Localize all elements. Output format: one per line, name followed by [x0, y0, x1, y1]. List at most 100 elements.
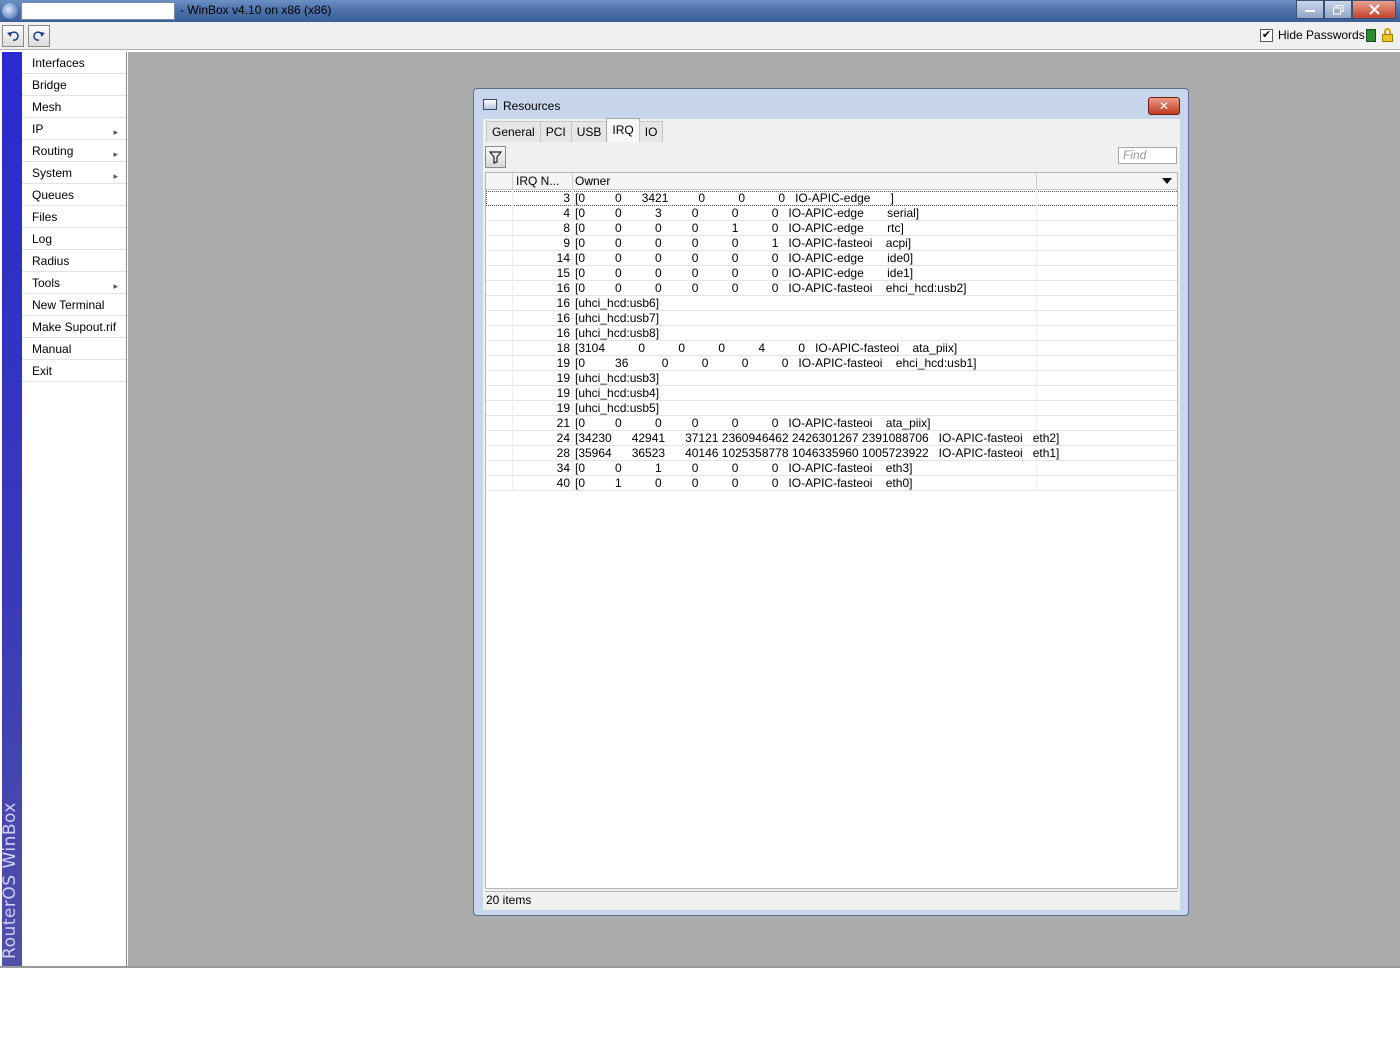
table-row[interactable]: 19 [0 36 0 0 0 0 IO-APIC-fasteoi ehci_hcd… [486, 356, 1177, 371]
menu-item-label: Manual [32, 342, 72, 356]
table-row[interactable]: 9 [0 0 0 0 0 1 IO-APIC-fasteoi acpi] [486, 236, 1177, 251]
menu-item-files[interactable]: Files [22, 206, 126, 228]
menu-item-label: Radius [32, 254, 70, 268]
menu-item-queues[interactable]: Queues [22, 184, 126, 206]
dialog-titlebar[interactable]: Resources ✕ [474, 89, 1188, 117]
table-row[interactable]: 19 [uhci_hcd:usb4] [486, 386, 1177, 401]
menu-item-tools[interactable]: Tools ▸ [22, 272, 126, 294]
menu-item-bridge[interactable]: Bridge [22, 74, 126, 96]
table-row[interactable]: 24 [34230 42941 37121 2360946462 24263012… [486, 431, 1177, 446]
hide-passwords-label: Hide Passwords [1278, 28, 1365, 42]
column-irq-header[interactable]: IRQ N... ⁄ [513, 173, 591, 190]
menu-item-label: System [32, 166, 73, 180]
close-window-button[interactable] [1352, 0, 1396, 19]
hide-passwords-toggle[interactable]: ✔ Hide Passwords [1260, 28, 1365, 42]
table-row[interactable]: 16 [uhci_hcd:usb7] [486, 311, 1177, 326]
irq-number-cell: 19 [556, 356, 570, 370]
table-row[interactable]: 40 [0 1 0 0 0 0 IO-APIC-fasteoi eth0] [486, 476, 1177, 491]
table-row[interactable]: 18 [3104 0 0 0 4 0 IO-APIC-fasteoi ata_pi… [486, 341, 1177, 356]
find-input[interactable]: Find [1118, 147, 1177, 164]
secure-indicator [1366, 29, 1376, 42]
menu-item-label: Interfaces [32, 56, 85, 70]
irq-number-cell: 19 [556, 371, 570, 385]
window-title: - WinBox v4.10 on x86 (x86) [180, 3, 332, 17]
table-row[interactable]: 16 [uhci_hcd:usb8] [486, 326, 1177, 341]
table-row[interactable]: 21 [0 0 0 0 0 0 IO-APIC-fasteoi ata_piix] [486, 416, 1177, 431]
winbox-app-icon[interactable] [2, 3, 18, 19]
owner-cell: [0 0 3 0 0 0 IO-APIC-edge serial] [575, 206, 920, 220]
menu-item-label: Log [32, 232, 53, 246]
tab-general[interactable]: General [486, 121, 541, 142]
menu-item-manual[interactable]: Manual [22, 338, 126, 360]
irq-number-cell: 19 [556, 401, 570, 415]
table-row[interactable]: 28 [35964 36523 40146 1025358778 10463359… [486, 446, 1177, 461]
tab-bar: General PCI USB IRQ IO [486, 118, 664, 143]
window-titlebar: - WinBox v4.10 on x86 (x86) [0, 0, 1400, 22]
table-row[interactable]: 16 [0 0 0 0 0 0 IO-APIC-fasteoi ehci_hcd:… [486, 281, 1177, 296]
chevron-down-icon[interactable] [1162, 178, 1172, 184]
menu-item-label: Bridge [32, 78, 67, 92]
restore-icon [1332, 4, 1343, 14]
table-row[interactable]: 19 [uhci_hcd:usb5] [486, 401, 1177, 416]
menu-item-routing[interactable]: Routing ▸ [22, 140, 126, 162]
owner-cell: [3104 0 0 0 4 0 IO-APIC-fasteoi ata_piix… [575, 341, 958, 355]
title-input[interactable] [21, 2, 175, 20]
owner-cell: [0 0 3421 0 0 0 IO-APIC-edge ] [575, 191, 894, 205]
irq-number-cell: 4 [563, 206, 570, 220]
menu-item-label: Files [32, 210, 58, 224]
table-row[interactable]: 34 [0 0 1 0 0 0 IO-APIC-fasteoi eth3] [486, 461, 1177, 476]
undo-button[interactable] [2, 25, 24, 47]
irq-number-cell: 21 [556, 416, 570, 430]
menu-item-make-supout-rif[interactable]: Make Supout.rif [22, 316, 126, 338]
owner-cell: [0 0 1 0 0 0 IO-APIC-fasteoi eth3] [575, 461, 913, 475]
menu-item-label: Exit [32, 364, 53, 378]
hide-passwords-checkbox[interactable]: ✔ [1260, 28, 1273, 42]
tab-pci[interactable]: PCI [539, 121, 572, 142]
resources-dialog: Resources ✕ General PCI USB IRQ IO Find IRQ … [473, 88, 1189, 916]
owner-cell: [0 36 0 0 0 0 IO-APIC-fasteoi ehci_hcd:u… [575, 356, 977, 370]
tab-io[interactable]: IO [638, 121, 664, 142]
owner-cell: [0 0 0 0 0 1 IO-APIC-fasteoi acpi] [575, 236, 912, 250]
irq-number-cell: 34 [556, 461, 570, 475]
redo-button[interactable] [28, 25, 50, 47]
menu-item-label: Mesh [32, 100, 62, 114]
menu-item-radius[interactable]: Radius [22, 250, 126, 272]
minimize-button[interactable] [1296, 0, 1324, 19]
menu-item-log[interactable]: Log [22, 228, 126, 250]
column-owner-header[interactable]: Owner [573, 173, 1037, 190]
owner-cell: [uhci_hcd:usb6] [575, 296, 660, 310]
irq-number-cell: 3 [563, 191, 570, 205]
owner-cell: [uhci_hcd:usb4] [575, 386, 660, 400]
irq-number-cell: 28 [556, 446, 570, 460]
table-row[interactable]: 16 [uhci_hcd:usb6] [486, 296, 1177, 311]
menu-item-label: IP [32, 122, 44, 136]
restore-button[interactable] [1324, 0, 1352, 19]
menu-item-mesh[interactable]: Mesh [22, 96, 126, 118]
table-row[interactable]: 4 [0 0 3 0 0 0 IO-APIC-edge serial] [486, 206, 1177, 221]
menu-item-label: Make Supout.rif [32, 320, 117, 334]
brand-text: RouterOS WinBox [0, 802, 20, 959]
table-row[interactable]: 14 [0 0 0 0 0 0 IO-APIC-edge ide0] [486, 251, 1177, 266]
table-row[interactable]: 8 [0 0 0 0 1 0 IO-APIC-edge rtc] [486, 221, 1177, 236]
owner-cell: [35964 36523 40146 1025358778 1046335960… [575, 446, 1060, 460]
table-row[interactable]: 15 [0 0 0 0 0 0 IO-APIC-edge ide1] [486, 266, 1177, 281]
filter-icon [488, 151, 503, 164]
filter-button[interactable] [485, 146, 506, 168]
irq-number-cell: 19 [556, 386, 570, 400]
menu-item-system[interactable]: System ▸ [22, 162, 126, 184]
tab-usb[interactable]: USB [570, 121, 608, 142]
menu-item-exit[interactable]: Exit [22, 360, 126, 382]
irq-number-cell: 24 [556, 431, 570, 445]
tab-irq[interactable]: IRQ [606, 118, 640, 142]
table-header: IRQ N... ⁄ Owner [486, 173, 1177, 190]
minimize-icon [1305, 9, 1315, 12]
workspace-bottom-border [0, 966, 1400, 968]
owner-cell: [uhci_hcd:usb5] [575, 401, 660, 415]
dialog-close-button[interactable]: ✕ [1148, 97, 1180, 115]
table-row[interactable]: 19 [uhci_hcd:usb3] [486, 371, 1177, 386]
owner-cell: [uhci_hcd:usb7] [575, 311, 660, 325]
menu-item-new-terminal[interactable]: New Terminal [22, 294, 126, 316]
table-row[interactable]: 3 [0 0 3421 0 0 0 IO-APIC-edge ] [486, 191, 1177, 206]
menu-item-interfaces[interactable]: Interfaces [22, 52, 126, 74]
menu-item-ip[interactable]: IP ▸ [22, 118, 126, 140]
